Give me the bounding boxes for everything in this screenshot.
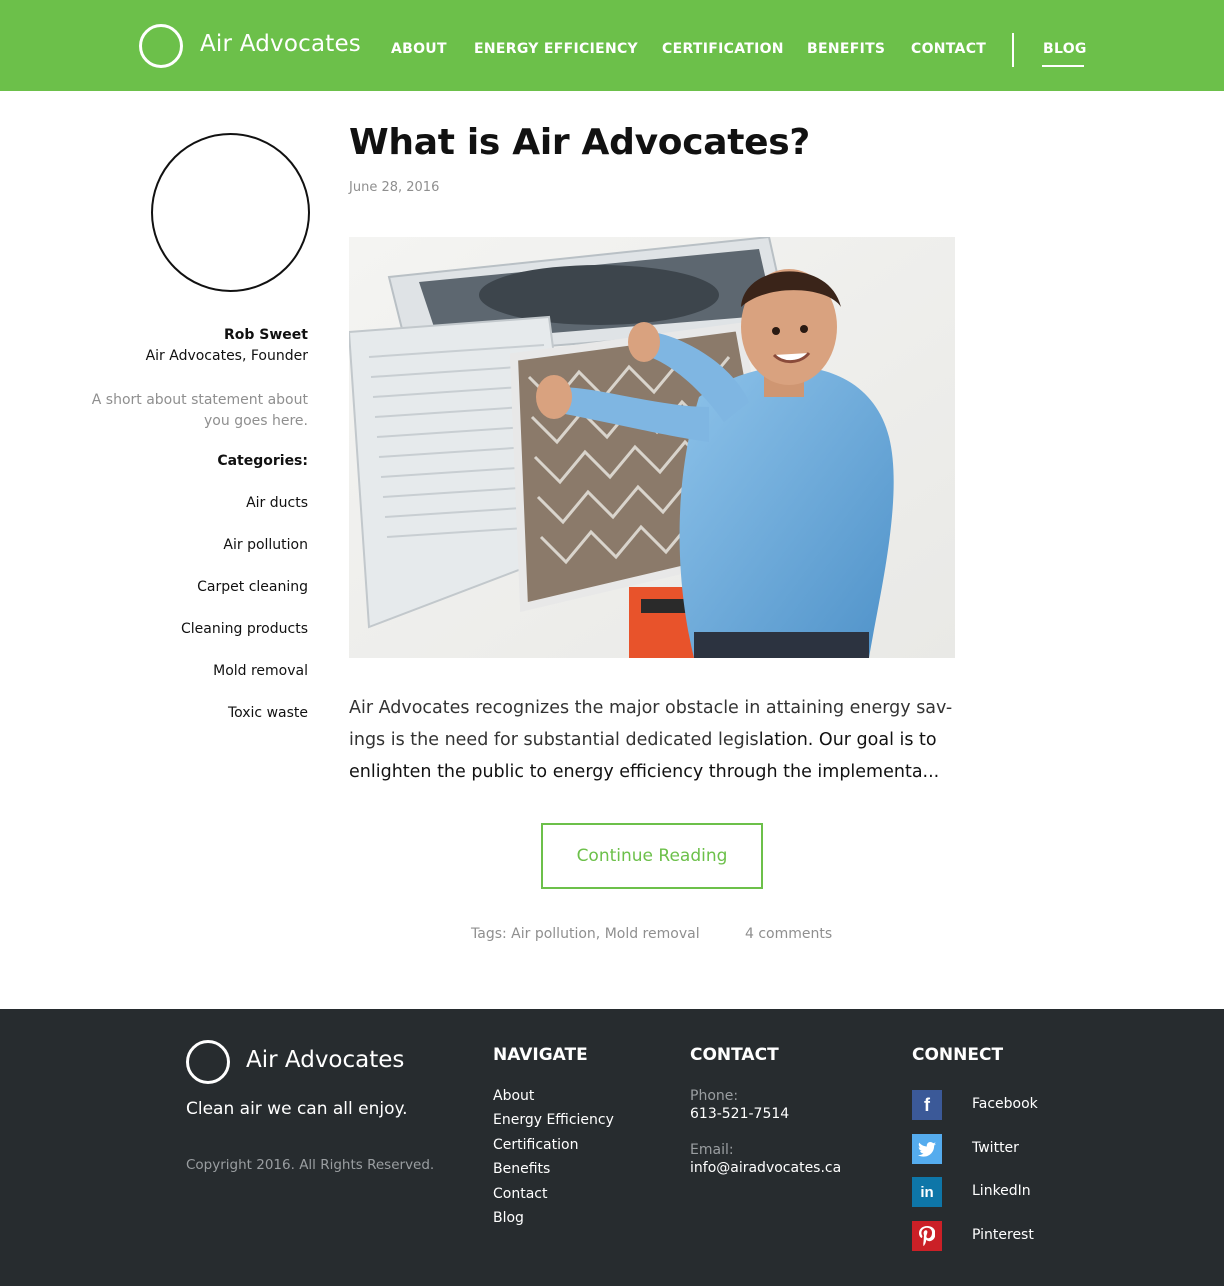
social-label: Pinterest [972, 1227, 1034, 1243]
facebook-icon: f [912, 1090, 942, 1120]
category-air-pollution[interactable]: Air pollution [223, 537, 308, 553]
social-label: Twitter [972, 1140, 1019, 1156]
category-cleaning-products[interactable]: Cleaning products [181, 621, 308, 637]
category-air-ducts[interactable]: Air ducts [246, 495, 308, 511]
technician-filter-illustration [349, 237, 955, 658]
tag-air-pollution[interactable]: Air pollution [511, 926, 596, 942]
tags-label: Tags: [471, 926, 507, 942]
continue-reading-button[interactable]: Continue Reading [541, 823, 763, 889]
phone-number[interactable]: 613-521-7514 [690, 1106, 789, 1122]
nav-certification[interactable]: CERTIFICATION [662, 41, 784, 57]
author-about-line: A short about statement about [91, 392, 308, 408]
footer-navigate-heading: NAVIGATE [493, 1045, 588, 1065]
author-about-line: you goes here. [204, 413, 308, 429]
nav-benefits[interactable]: BENEFITS [807, 41, 885, 57]
footer-tagline: Clean air we can all enjoy. [186, 1099, 408, 1119]
excerpt-line: enlighten the public to energy efficienc… [349, 762, 940, 782]
author-about: A short about statement about you goes h… [88, 390, 308, 432]
nav-contact[interactable]: CONTACT [911, 41, 986, 57]
category-mold-removal[interactable]: Mold removal [213, 663, 308, 679]
nav-about[interactable]: ABOUT [391, 41, 447, 57]
nav-blog[interactable]: BLOG [1043, 41, 1087, 57]
social-twitter[interactable]: Twitter [912, 1134, 1052, 1164]
post-date: June 28, 2016 [349, 180, 440, 195]
category-carpet-cleaning[interactable]: Carpet cleaning [197, 579, 308, 595]
category-toxic-waste[interactable]: Toxic waste [228, 705, 308, 721]
categories-heading: Categories: [217, 453, 308, 469]
excerpt-fragment: ings is the need for substantial dedicat… [349, 730, 759, 750]
site-logo-text[interactable]: Air Advocates [200, 31, 361, 57]
phone-label: Phone: [690, 1088, 739, 1104]
footer-logo-text[interactable]: Air Advocates [246, 1047, 404, 1073]
footer-logo-circle-icon [186, 1040, 230, 1084]
post-title[interactable]: What is Air Advocates? [349, 122, 810, 163]
footer-link-certification[interactable]: Certification [493, 1137, 578, 1153]
site-footer: Air Advocates Clean air we can all enjoy… [0, 1009, 1224, 1286]
footer-link-contact[interactable]: Contact [493, 1186, 547, 1202]
post-excerpt: Air Advocates recognizes the major obsta… [349, 692, 955, 788]
site-header: Air Advocates ABOUT ENERGY EFFICIENCY CE… [0, 0, 1224, 91]
footer-link-benefits[interactable]: Benefits [493, 1161, 550, 1177]
pinterest-icon [912, 1221, 942, 1251]
nav-divider [1012, 33, 1014, 67]
tag-mold-removal[interactable]: Mold removal [605, 926, 700, 942]
social-linkedin[interactable]: in LinkedIn [912, 1177, 1052, 1207]
footer-copyright: Copyright 2016. All Rights Reserved. [186, 1157, 435, 1173]
social-facebook[interactable]: f Facebook [912, 1090, 1052, 1120]
footer-contact-heading: CONTACT [690, 1045, 779, 1065]
twitter-icon [912, 1134, 942, 1164]
email-address[interactable]: info@airadvocates.ca [690, 1160, 841, 1176]
social-label: Facebook [972, 1096, 1038, 1112]
post-hero-image [349, 237, 955, 658]
excerpt-line: ings is the need for substantial dedicat… [349, 724, 955, 756]
nav-energy-efficiency[interactable]: ENERGY EFFICIENCY [474, 41, 638, 57]
footer-link-blog[interactable]: Blog [493, 1210, 524, 1226]
nav-active-underline [1042, 65, 1084, 67]
social-label: LinkedIn [972, 1183, 1031, 1199]
author-name: Rob Sweet [224, 327, 308, 343]
post-tags: Tags: Air pollution, Mold removal [471, 926, 700, 942]
excerpt-fragment: lation. Our goal is to [758, 730, 937, 750]
linkedin-icon: in [912, 1177, 942, 1207]
email-label: Email: [690, 1142, 734, 1158]
social-pinterest[interactable]: Pinterest [912, 1221, 1052, 1251]
footer-link-energy-efficiency[interactable]: Energy Efficiency [493, 1112, 614, 1128]
post-comments-link[interactable]: 4 comments [745, 926, 832, 942]
logo-circle-icon[interactable] [139, 24, 183, 68]
excerpt-line: Air Advocates recognizes the major obsta… [349, 698, 953, 718]
footer-connect-heading: CONNECT [912, 1045, 1004, 1065]
author-avatar [151, 133, 310, 292]
author-role: Air Advocates, Founder [145, 348, 308, 364]
footer-link-about[interactable]: About [493, 1088, 534, 1104]
